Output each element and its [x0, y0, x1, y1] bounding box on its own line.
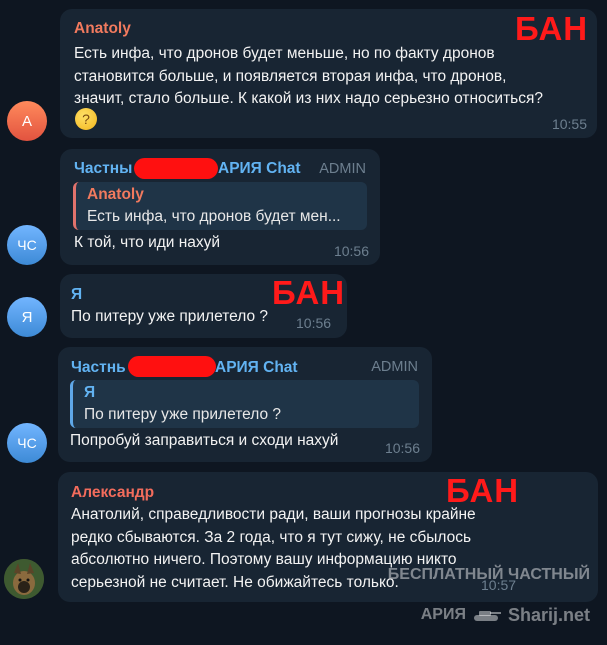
avatar-anatoly[interactable]: А [7, 101, 47, 141]
reply-author: Я [84, 384, 96, 401]
avatar-chat-admin[interactable]: ЧС [7, 423, 47, 463]
avatar-aleksandr-photo[interactable] [4, 559, 44, 599]
redaction-mark [128, 356, 216, 377]
reply-author: Anatoly [87, 186, 144, 203]
ban-overlay-label: БАН [446, 472, 520, 509]
reply-text: Есть инфа, что дронов будет мен... [87, 208, 341, 225]
sender-name[interactable]: Я [71, 286, 82, 304]
avatar-chat-admin[interactable]: ЧС [7, 225, 47, 265]
sender-name-right[interactable]: АРИЯ Chat [218, 160, 301, 178]
redaction-mark [134, 158, 218, 179]
watermark-site: Sharij.net [507, 605, 590, 625]
avatar-ya[interactable]: Я [7, 297, 47, 337]
watermark-line2: АРИЯ Sharij.net [380, 605, 590, 625]
watermark-line1: БЕСПЛАТНЫЙ ЧАСТНЫЙ [387, 566, 590, 583]
watermark: БЕСПЛАТНЫЙ ЧАСТНЫЙ АРИЯ Sharij.net [380, 545, 590, 645]
reply-preview[interactable]: Anatoly Есть инфа, что дронов будет мен.… [73, 182, 367, 230]
message-bubble-admin-2[interactable]: Частнь АРИЯ Chat ADMIN Я По питеру уже п… [58, 347, 432, 462]
message-text: Попробуй заправиться и сходи нахуй [70, 432, 339, 449]
watermark-line2-text: АРИЯ [420, 606, 466, 623]
sender-name-left[interactable]: Частны [74, 160, 132, 178]
message-text: По питеру уже прилетело ? [71, 308, 269, 325]
ban-overlay-label: БАН [515, 10, 589, 47]
message-text: К той, что иди нахуй [74, 234, 221, 251]
sender-name[interactable]: Александр [71, 484, 154, 502]
message-text: Есть инфа, что дронов будет меньше, но п… [74, 45, 544, 107]
sender-name-right[interactable]: АРИЯ Chat [215, 359, 298, 377]
ban-overlay-label: БАН [272, 274, 346, 311]
message-time: 10:56 [333, 243, 369, 259]
message-bubble-admin-1[interactable]: Частны АРИЯ Chat ADMIN Anatoly Есть инфа… [60, 149, 380, 265]
message-time: 10:56 [384, 440, 420, 456]
dog-photo-icon [4, 559, 44, 599]
reply-preview[interactable]: Я По питеру уже прилетело ? [70, 380, 419, 428]
thinking-face-icon: ? [75, 108, 97, 130]
message-time: 10:55 [551, 116, 587, 132]
sender-name-left[interactable]: Частнь [71, 359, 126, 377]
message-time: 10:56 [296, 315, 332, 331]
admin-badge: ADMIN [371, 359, 418, 375]
reply-text: По питеру уже прилетело ? [84, 406, 282, 423]
tank-icon [473, 611, 501, 621]
admin-badge: ADMIN [319, 161, 366, 177]
sender-name[interactable]: Anatoly [74, 20, 131, 38]
